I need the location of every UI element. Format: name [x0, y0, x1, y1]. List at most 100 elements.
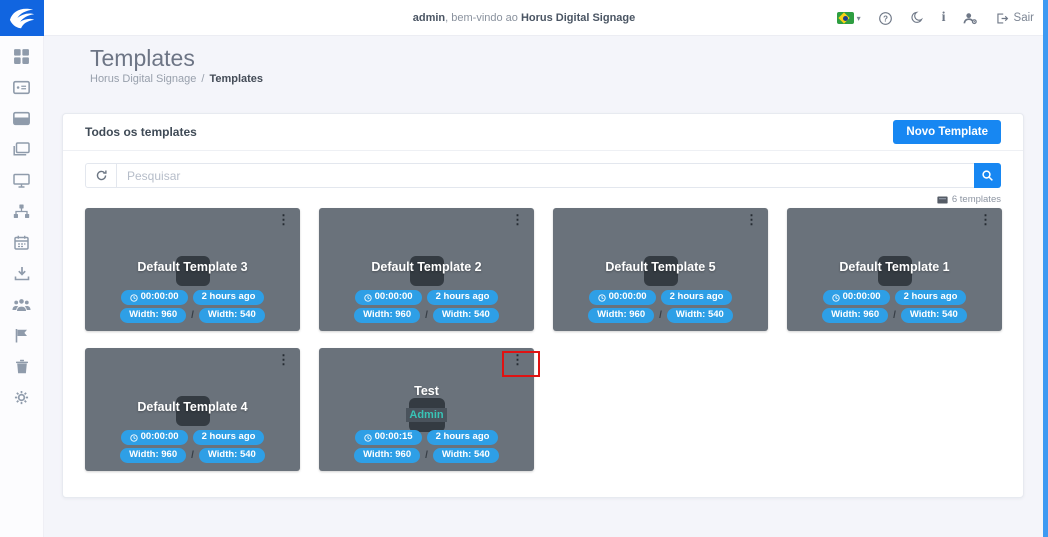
duration-badge: 00:00:00: [355, 290, 422, 305]
sidebar-item-dashboard[interactable]: [8, 48, 36, 65]
template-card[interactable]: ⋮ Admin Test 00:00:15 2 hours ago Width:…: [319, 348, 534, 471]
updated-badge: 2 hours ago: [427, 290, 499, 305]
template-badges: 00:00:00 2 hours ago Width: 960 / Width:…: [787, 290, 1002, 323]
sidebar-item-sitemap[interactable]: [8, 203, 36, 220]
sidebar-item-calendar[interactable]: [8, 234, 36, 251]
templates-count-icon: [937, 195, 948, 205]
clock-icon: [130, 294, 138, 302]
info-icon[interactable]: i: [942, 10, 946, 26]
breadcrumb: Horus Digital Signage/Templates: [90, 73, 263, 85]
admin-user-icon[interactable]: [963, 11, 978, 26]
breadcrumb-root[interactable]: Horus Digital Signage: [90, 73, 196, 85]
sidebar-item-trash[interactable]: [8, 358, 36, 375]
dashboard-icon: [13, 48, 30, 65]
height-badge: Width: 540: [199, 308, 265, 323]
search-input[interactable]: [117, 163, 974, 188]
highlight-annotation-box: [502, 351, 540, 377]
kebab-menu-icon[interactable]: ⋮: [277, 353, 290, 366]
chevron-down-icon: ▾: [857, 14, 861, 23]
templates-grid: ⋮ Default Template 3 00:00:00 2 hours ag…: [85, 208, 1002, 471]
template-card[interactable]: ⋮ Default Template 5 00:00:00 2 hours ag…: [553, 208, 768, 331]
download-icon: [14, 266, 30, 281]
height-badge: Width: 540: [199, 448, 265, 463]
calendar-icon: [14, 235, 29, 250]
logout-icon: [995, 12, 1009, 25]
kebab-menu-icon[interactable]: ⋮: [511, 213, 524, 226]
trash-icon: [15, 359, 29, 374]
template-title: Test: [319, 384, 534, 398]
clock-icon: [364, 434, 372, 442]
page-title: Templates: [90, 45, 195, 72]
search-icon: [981, 169, 994, 182]
kebab-menu-icon[interactable]: ⋮: [979, 213, 992, 226]
height-badge: Width: 540: [901, 308, 967, 323]
users-icon: [12, 298, 31, 312]
templates-count: 6 templates: [85, 194, 1001, 205]
sidebar-item-settings[interactable]: [8, 389, 36, 406]
updated-badge: 2 hours ago: [661, 290, 733, 305]
size-separator: /: [191, 310, 194, 321]
template-title: Default Template 1: [787, 260, 1002, 274]
duration-badge: 00:00:00: [589, 290, 656, 305]
template-badges: 00:00:00 2 hours ago Width: 960 / Width:…: [85, 430, 300, 463]
dark-mode-moon-icon[interactable]: [910, 11, 925, 26]
duration-badge: 00:00:15: [355, 430, 422, 445]
sidebar-item-download[interactable]: [8, 265, 36, 282]
updated-badge: 2 hours ago: [193, 430, 265, 445]
duration-badge: 00:00:00: [823, 290, 890, 305]
search-button[interactable]: [974, 163, 1001, 188]
wallet-icon: [13, 111, 30, 126]
help-icon[interactable]: ?: [878, 11, 893, 26]
size-separator: /: [893, 310, 896, 321]
sidebar-item-flag[interactable]: [8, 327, 36, 344]
sidebar-item-display[interactable]: [8, 172, 36, 189]
sitemap-icon: [13, 204, 30, 219]
template-title: Default Template 2: [319, 260, 534, 274]
template-thumbnail-label: Admin: [406, 408, 446, 422]
width-badge: Width: 960: [120, 448, 186, 463]
horus-bird-icon: [7, 5, 37, 31]
language-dropdown[interactable]: ▾: [837, 12, 861, 24]
brazil-flag-icon: [837, 12, 854, 24]
clock-icon: [832, 294, 840, 302]
duration-badge: 00:00:00: [121, 430, 188, 445]
width-badge: Width: 960: [354, 448, 420, 463]
welcome-username: admin: [413, 12, 445, 24]
height-badge: Width: 540: [433, 308, 499, 323]
new-template-button[interactable]: Novo Template: [893, 120, 1001, 144]
refresh-button[interactable]: [85, 163, 117, 188]
updated-badge: 2 hours ago: [427, 430, 499, 445]
sidebar-item-wallet[interactable]: [8, 110, 36, 127]
logout-button[interactable]: Sair: [995, 12, 1034, 25]
size-separator: /: [191, 450, 194, 461]
template-card[interactable]: ⋮ Default Template 4 00:00:00 2 hours ag…: [85, 348, 300, 471]
template-card[interactable]: ⋮ Default Template 3 00:00:00 2 hours ag…: [85, 208, 300, 331]
template-card[interactable]: ⋮ Default Template 2 00:00:00 2 hours ag…: [319, 208, 534, 331]
logout-label: Sair: [1014, 12, 1034, 24]
height-badge: Width: 540: [667, 308, 733, 323]
kebab-menu-icon[interactable]: ⋮: [745, 213, 758, 226]
duration-badge: 00:00:00: [121, 290, 188, 305]
flag-icon: [14, 328, 29, 343]
sidebar-item-cards[interactable]: [8, 79, 36, 96]
template-card[interactable]: ⋮ Default Template 1 00:00:00 2 hours ag…: [787, 208, 1002, 331]
template-title: Default Template 3: [85, 260, 300, 274]
clock-icon: [598, 294, 606, 302]
sidebar-nav: [0, 36, 44, 537]
kebab-menu-icon[interactable]: ⋮: [277, 213, 290, 226]
display-icon: [13, 173, 30, 188]
cards-icon: [13, 80, 30, 95]
width-badge: Width: 960: [588, 308, 654, 323]
horus-logo[interactable]: [0, 0, 44, 36]
welcome-brand: Horus Digital Signage: [521, 12, 635, 24]
template-badges: 00:00:00 2 hours ago Width: 960 / Width:…: [319, 290, 534, 323]
images-icon: [13, 142, 30, 157]
clock-icon: [364, 294, 372, 302]
sidebar-item-users[interactable]: [8, 296, 36, 313]
updated-badge: 2 hours ago: [895, 290, 967, 305]
panel-title: Todos os templates: [85, 125, 197, 139]
sidebar-item-images[interactable]: [8, 141, 36, 158]
page-scrollbar[interactable]: [1043, 0, 1048, 537]
width-badge: Width: 960: [822, 308, 888, 323]
template-badges: 00:00:00 2 hours ago Width: 960 / Width:…: [553, 290, 768, 323]
